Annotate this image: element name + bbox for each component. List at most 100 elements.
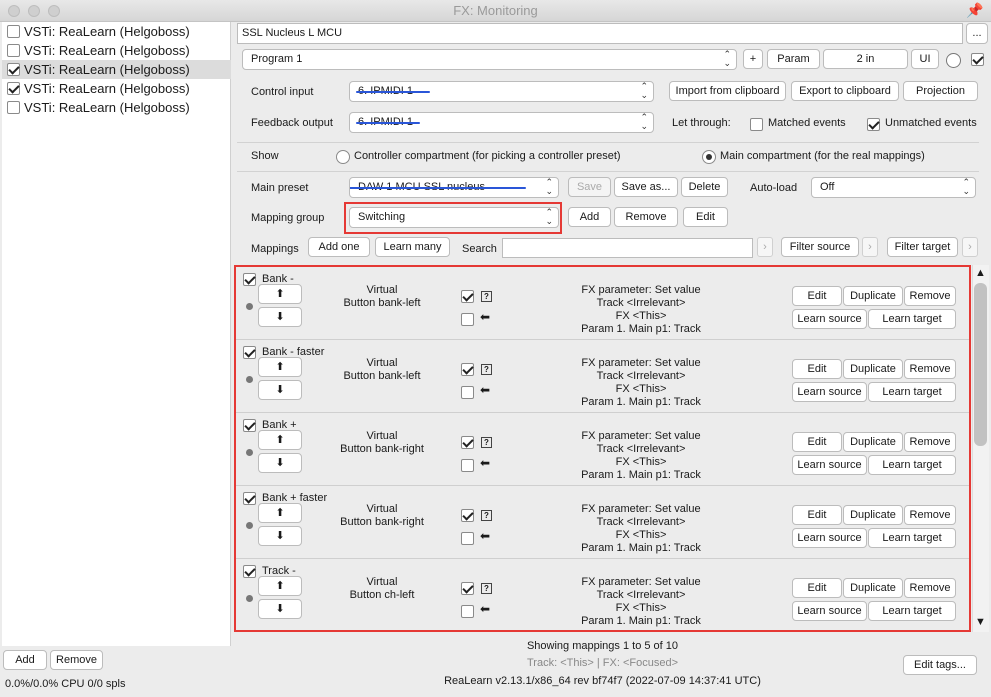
mapping-group-select[interactable]: Switching ⌃ ⌄ xyxy=(349,207,559,228)
remove-mapping-button[interactable]: Remove xyxy=(904,359,956,379)
ellipsis-button[interactable]: ... xyxy=(966,23,988,44)
remove-mapping-button[interactable]: Remove xyxy=(904,432,956,452)
move-up-button[interactable]: ⬆ xyxy=(258,284,302,304)
mapping-enabled-checkbox[interactable] xyxy=(243,273,256,286)
move-down-button[interactable]: ⬇ xyxy=(258,526,302,546)
control-enabled-checkbox[interactable] xyxy=(461,290,474,303)
feedback-enabled-checkbox[interactable] xyxy=(461,313,474,326)
feedback-enabled-checkbox[interactable] xyxy=(461,459,474,472)
projection-button[interactable]: Projection xyxy=(903,81,978,101)
learn-target-button[interactable]: Learn target xyxy=(868,309,956,329)
learn-source-button[interactable]: Learn source xyxy=(792,528,867,548)
delete-preset-button[interactable]: Delete xyxy=(681,177,728,197)
fx-list-item[interactable]: VSTi: ReaLearn (Helgoboss) xyxy=(2,98,231,117)
ui-button[interactable]: UI xyxy=(911,49,939,69)
export-clipboard-button[interactable]: Export to clipboard xyxy=(791,81,899,101)
add-fx-button[interactable]: Add xyxy=(3,650,47,670)
remove-mapping-button[interactable]: Remove xyxy=(904,505,956,525)
main-compartment-radio[interactable] xyxy=(702,150,716,164)
fx-enable-checkbox[interactable] xyxy=(7,101,20,114)
duplicate-mapping-button[interactable]: Duplicate xyxy=(843,578,903,598)
mapping-enabled-checkbox[interactable] xyxy=(243,419,256,432)
control-enabled-checkbox[interactable] xyxy=(461,509,474,522)
chevron-right-icon[interactable]: › xyxy=(862,237,878,257)
learn-source-button[interactable]: Learn source xyxy=(792,309,867,329)
remove-fx-button[interactable]: Remove xyxy=(50,650,103,670)
edit-mapping-button[interactable]: Edit xyxy=(792,359,842,379)
move-down-button[interactable]: ⬇ xyxy=(258,599,302,619)
duplicate-mapping-button[interactable]: Duplicate xyxy=(843,286,903,306)
move-down-button[interactable]: ⬇ xyxy=(258,453,302,473)
io-button[interactable]: 2 in xyxy=(823,49,908,69)
unmatched-events-checkbox[interactable] xyxy=(867,118,880,131)
learn-target-button[interactable]: Learn target xyxy=(868,601,956,621)
move-up-button[interactable]: ⬆ xyxy=(258,430,302,450)
main-preset-select[interactable]: DAW 1 MCU SSL nucleus⌃⌄ xyxy=(349,177,559,198)
save-preset-button[interactable]: Save xyxy=(568,177,611,197)
learn-source-button[interactable]: Learn source xyxy=(792,382,867,402)
preset-name-field[interactable]: SSL Nucleus L MCU xyxy=(237,23,963,44)
learn-target-button[interactable]: Learn target xyxy=(868,382,956,402)
feedback-enabled-checkbox[interactable] xyxy=(461,605,474,618)
save-as-button[interactable]: Save as... xyxy=(614,177,678,197)
control-enabled-checkbox[interactable] xyxy=(461,363,474,376)
control-enabled-checkbox[interactable] xyxy=(461,582,474,595)
add-one-button[interactable]: Add one xyxy=(308,237,370,257)
edit-group-button[interactable]: Edit xyxy=(683,207,728,227)
auto-load-select[interactable]: Off ⌃ ⌄ xyxy=(811,177,976,198)
mapping-enabled-checkbox[interactable] xyxy=(243,565,256,578)
plus-button[interactable]: + xyxy=(743,49,763,69)
duplicate-mapping-button[interactable]: Duplicate xyxy=(843,432,903,452)
edit-mapping-button[interactable]: Edit xyxy=(792,578,842,598)
move-down-button[interactable]: ⬇ xyxy=(258,307,302,327)
edit-tags-button[interactable]: Edit tags... xyxy=(903,655,977,675)
matched-events-checkbox[interactable] xyxy=(750,118,763,131)
feedback-output-select[interactable]: 6. IPMIDI 1⌃⌄ xyxy=(349,112,654,133)
filter-source-button[interactable]: Filter source xyxy=(781,237,859,257)
learn-target-button[interactable]: Learn target xyxy=(868,528,956,548)
learn-source-button[interactable]: Learn source xyxy=(792,455,867,475)
wet-knob[interactable] xyxy=(946,53,961,68)
learn-many-button[interactable]: Learn many xyxy=(375,237,450,257)
fx-list-item[interactable]: VSTi: ReaLearn (Helgoboss) xyxy=(2,41,231,60)
move-up-button[interactable]: ⬆ xyxy=(258,357,302,377)
feedback-enabled-checkbox[interactable] xyxy=(461,386,474,399)
scroll-up-icon[interactable]: ▲ xyxy=(973,267,988,279)
fx-chain-list[interactable]: VSTi: ReaLearn (Helgoboss) VSTi: ReaLear… xyxy=(2,22,231,646)
fx-list-item[interactable]: VSTi: ReaLearn (Helgoboss) xyxy=(2,79,231,98)
remove-mapping-button[interactable]: Remove xyxy=(904,286,956,306)
learn-target-button[interactable]: Learn target xyxy=(868,455,956,475)
mapping-enabled-checkbox[interactable] xyxy=(243,492,256,505)
param-button[interactable]: Param xyxy=(767,49,820,69)
edit-mapping-button[interactable]: Edit xyxy=(792,432,842,452)
scroll-down-icon[interactable]: ▼ xyxy=(973,616,988,628)
fx-enable-checkbox[interactable] xyxy=(7,82,20,95)
edit-mapping-button[interactable]: Edit xyxy=(792,505,842,525)
fx-list-item[interactable]: VSTi: ReaLearn (Helgoboss) xyxy=(2,22,231,41)
chevron-right-icon[interactable]: › xyxy=(962,237,978,257)
feedback-enabled-checkbox[interactable] xyxy=(461,532,474,545)
fx-enable-checkbox[interactable] xyxy=(7,25,20,38)
search-input[interactable] xyxy=(502,238,753,258)
filter-target-button[interactable]: Filter target xyxy=(887,237,958,257)
move-down-button[interactable]: ⬇ xyxy=(258,380,302,400)
move-up-button[interactable]: ⬆ xyxy=(258,576,302,596)
move-up-button[interactable]: ⬆ xyxy=(258,503,302,523)
add-group-button[interactable]: Add xyxy=(568,207,611,227)
control-enabled-checkbox[interactable] xyxy=(461,436,474,449)
duplicate-mapping-button[interactable]: Duplicate xyxy=(843,359,903,379)
import-clipboard-button[interactable]: Import from clipboard xyxy=(669,81,786,101)
fx-enable-checkbox[interactable] xyxy=(7,63,20,76)
mapping-enabled-checkbox[interactable] xyxy=(243,346,256,359)
chevron-right-icon[interactable]: › xyxy=(757,237,773,257)
edit-mapping-button[interactable]: Edit xyxy=(792,286,842,306)
program-select[interactable]: Program 1 ⌃ ⌄ xyxy=(242,49,737,70)
remove-mapping-button[interactable]: Remove xyxy=(904,578,956,598)
bypass-checkbox[interactable] xyxy=(971,53,984,66)
fx-list-item[interactable]: VSTi: ReaLearn (Helgoboss) xyxy=(2,60,231,79)
pin-icon[interactable]: 📌 xyxy=(966,2,983,19)
remove-group-button[interactable]: Remove xyxy=(614,207,678,227)
fx-enable-checkbox[interactable] xyxy=(7,44,20,57)
control-input-select[interactable]: 6. IPMIDI 1⌃⌄ xyxy=(349,81,654,102)
scrollbar-thumb[interactable] xyxy=(974,283,987,446)
